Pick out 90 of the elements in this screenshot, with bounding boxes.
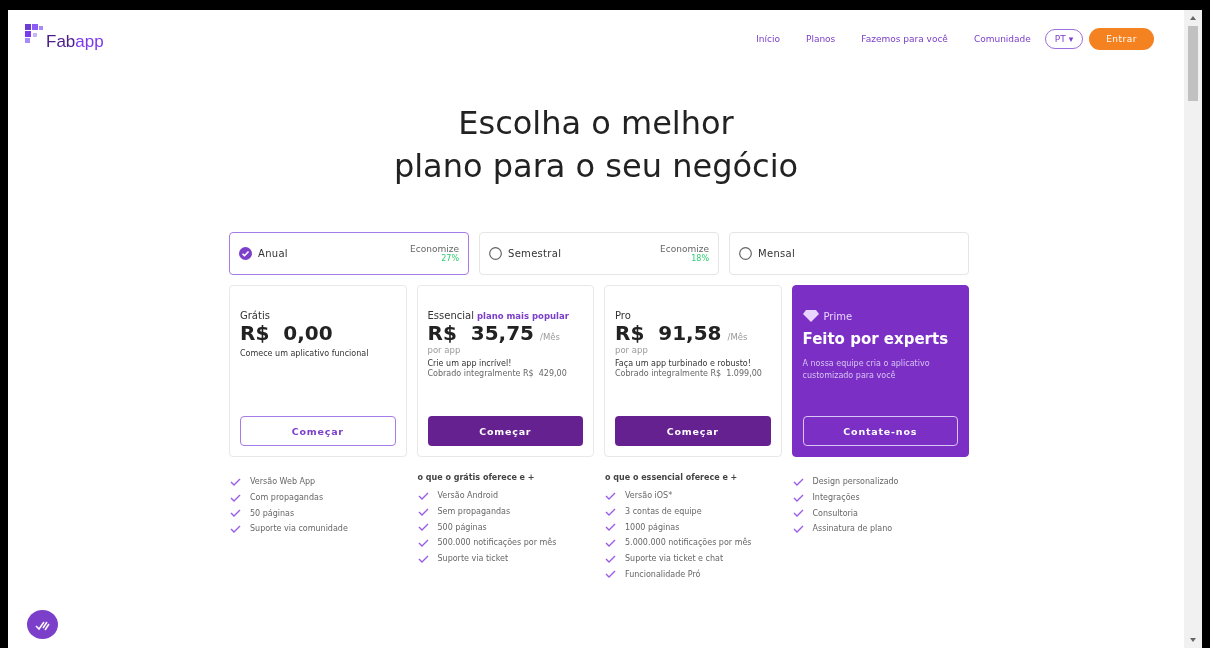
price-unit: por app [427, 345, 462, 355]
plan-description: Crie um app incrível! [427, 359, 513, 368]
savings-value: 18% [691, 254, 709, 263]
billing-label: Mensal [758, 248, 796, 259]
radio-icon [489, 247, 502, 260]
language-selector[interactable]: PT ▾ [1044, 29, 1084, 49]
billed-total: Cobrado integralmente R$ 429,00 [427, 368, 568, 380]
check-icon [792, 524, 804, 533]
plan-name: Pro [615, 310, 631, 321]
feature-text: 50 páginas [250, 508, 295, 518]
feature-text: 5.000.000 notificações por mês [625, 538, 752, 548]
savings-label: Economize [660, 244, 709, 254]
feature-text: Consultoria [812, 508, 858, 518]
feature-text: Funcionalidade Pró [625, 569, 701, 579]
billing-label: Semestral [508, 248, 562, 259]
savings-label: Economize [410, 244, 459, 254]
check-icon [792, 493, 804, 502]
billing-label: Anual [258, 248, 288, 259]
check-icon [605, 507, 616, 516]
start-button[interactable]: Começar [240, 416, 396, 446]
checked-radio-icon [239, 247, 252, 260]
feature-text: Design personalizado [812, 477, 899, 487]
check-icon [792, 509, 804, 518]
plan-description: A nossa equipe cria o aplicativo customizado para você [802, 358, 931, 382]
feature-text: 3 contas de equipe [625, 507, 702, 517]
savings-value: 27% [441, 254, 459, 263]
scroll-down-icon[interactable] [1190, 638, 1196, 642]
popular-tag: plano mais popular [476, 310, 569, 321]
features-header: o que o grátis oferece e + [417, 473, 536, 484]
check-icon [417, 491, 429, 500]
feature-text: 500 páginas [437, 522, 487, 532]
billing-option[interactable]: Semestral Economize 18% [479, 232, 719, 275]
nav-link[interactable]: Planos [805, 34, 836, 44]
logo-text[interactable]: Fabapp [46, 32, 104, 52]
feature-text: Sem propagandas [437, 507, 511, 517]
plan-description: Comece um aplicativo funcional [240, 349, 370, 358]
start-button[interactable]: Contate-nos [802, 416, 958, 446]
feature-text: Com propagandas [250, 493, 324, 503]
check-icon [792, 477, 804, 486]
feature-text: Versão Android [437, 491, 498, 501]
billing-option[interactable]: Mensal [729, 232, 969, 275]
page-title: plano para o seu negócio [393, 146, 799, 187]
plan-headline: Feito por experts [802, 330, 950, 348]
page-title: Escolha o melhor [458, 103, 734, 144]
plan-price: R$ 35,75 [427, 321, 534, 345]
feature-text: Suporte via ticket e chat [625, 554, 724, 564]
price-period: /Mês [727, 332, 748, 342]
feature-text: Suporte via comunidade [250, 524, 348, 534]
features-header: o que o essencial oferece e + [605, 473, 739, 484]
plan-description: Faça um app turbinado e robusto! [615, 359, 752, 368]
price-period: /Mês [540, 332, 560, 342]
feature-text: 500.000 notificações por mês [437, 538, 557, 548]
feature-text: Integrações [812, 493, 860, 503]
plan-name: Prime [823, 310, 853, 322]
chat-button[interactable] [27, 610, 58, 639]
check-icon [230, 509, 241, 518]
plan-name: Essencial [427, 310, 474, 321]
start-button[interactable]: Começar [615, 416, 771, 446]
billed-total: Cobrado integralmente R$ 1.099,00 [615, 368, 763, 380]
feature-text: Suporte via ticket [437, 554, 509, 564]
nav-link[interactable]: Comunidade [973, 34, 1031, 44]
scrollbar-thumb[interactable] [1188, 26, 1198, 101]
nav-link[interactable]: Início [756, 34, 780, 44]
logo-icon [25, 24, 45, 44]
nav-link[interactable]: Fazemos para você [861, 34, 948, 44]
check-icon [230, 524, 241, 533]
check-icon [230, 477, 241, 486]
diamond-icon [802, 310, 819, 322]
check-icon [605, 554, 616, 563]
plan-price: R$ 91,58 [615, 321, 722, 345]
feature-text: 1000 páginas [625, 522, 680, 532]
feature-text: Versão iOS* [625, 491, 673, 501]
check-icon [417, 523, 429, 532]
feature-text: Assinatura de plano [812, 524, 893, 534]
start-button[interactable]: Começar [427, 416, 583, 446]
check-icon [605, 538, 616, 547]
check-icon [605, 523, 616, 532]
check-icon [417, 538, 429, 547]
price-unit: por app [615, 345, 649, 355]
check-icon [417, 554, 429, 563]
feature-text: Versão Web App [250, 477, 316, 487]
plan-price: R$ 0,00 [240, 321, 333, 345]
check-icon [605, 570, 616, 579]
plan-name: Grátis [240, 310, 270, 321]
check-icon [605, 491, 616, 500]
scroll-up-icon[interactable] [1190, 16, 1196, 20]
check-icon [230, 493, 241, 502]
radio-icon [739, 247, 752, 260]
check-icon [417, 507, 429, 516]
billing-option[interactable]: Anual Economize 27% [229, 232, 469, 275]
